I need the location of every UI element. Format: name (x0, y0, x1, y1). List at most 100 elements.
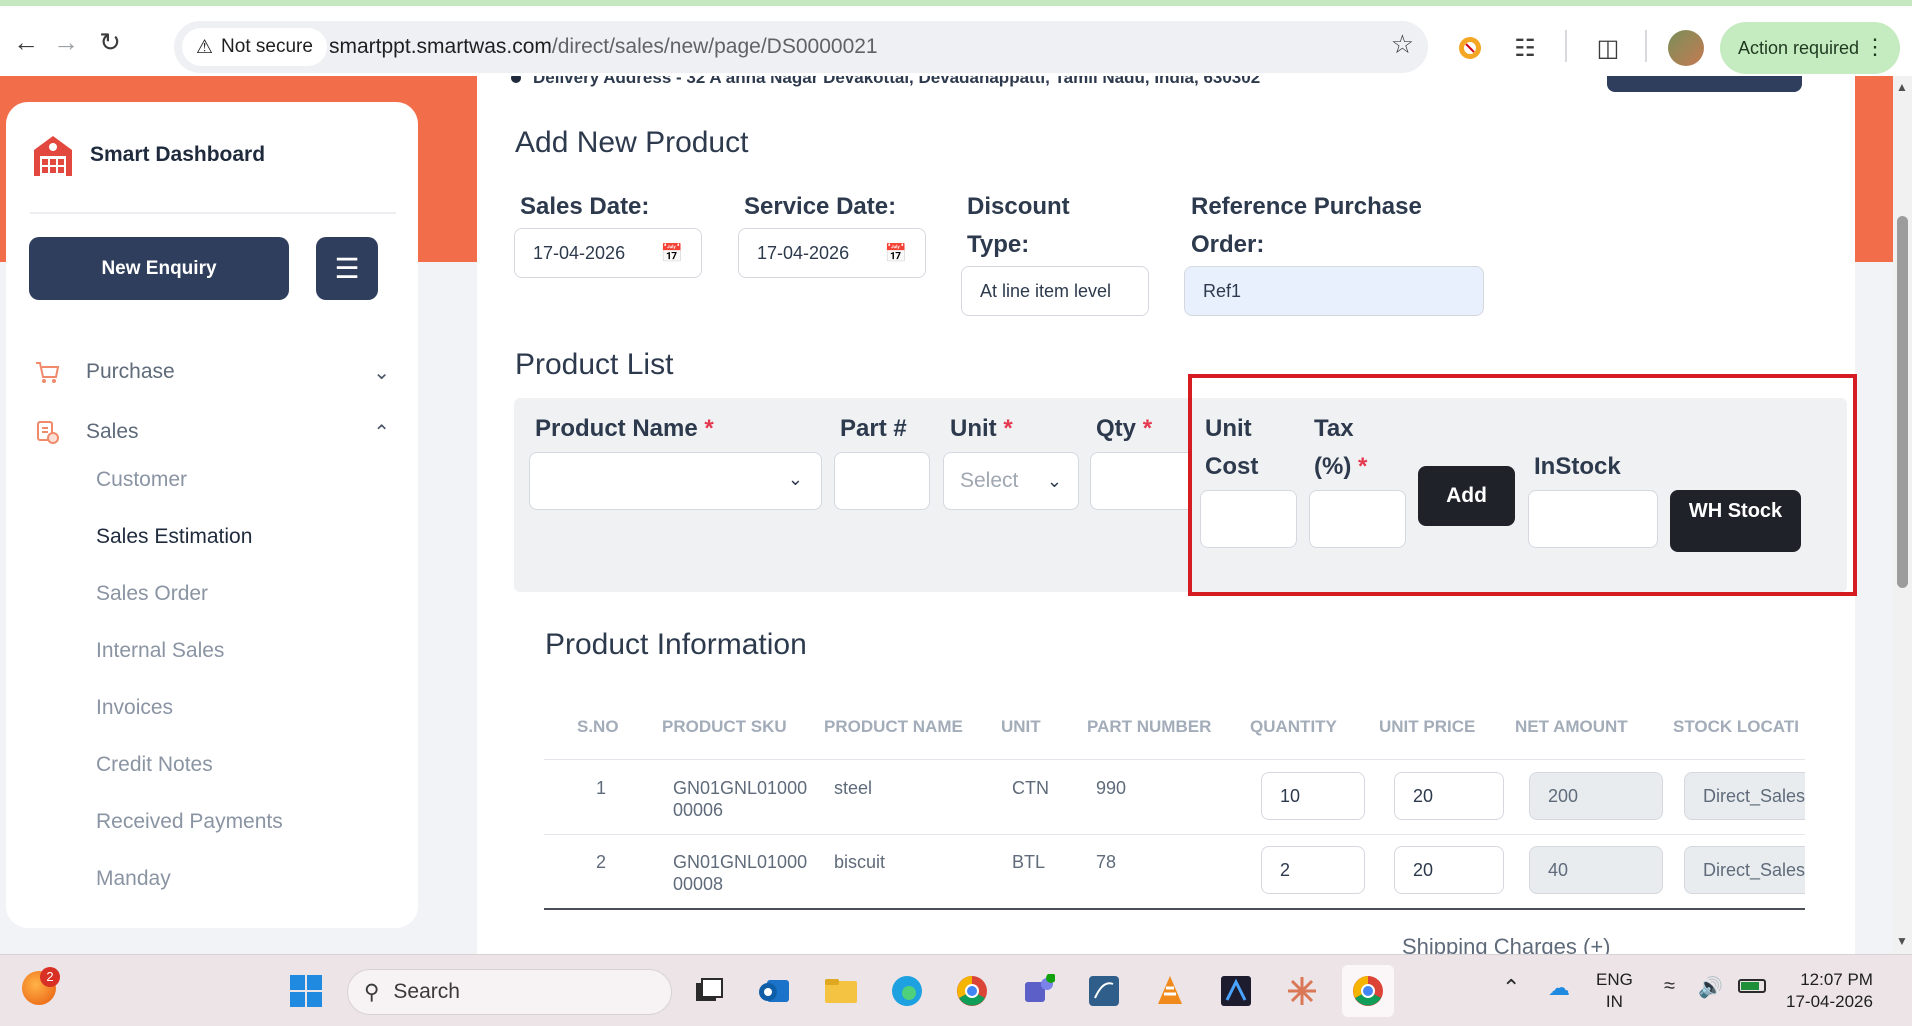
column-header-quantity: QUANTITY (1250, 717, 1337, 736)
stock-location-select[interactable]: Direct_Sales (1684, 772, 1805, 820)
toolbar-divider (1565, 30, 1567, 62)
sidebar-subitem-sales-order[interactable]: Sales Order (96, 582, 208, 606)
table-row: 1 GN01GNL01000 00006 steel CTN 990 10 20 … (544, 760, 1805, 834)
quantity-input[interactable]: 2 (1261, 846, 1365, 894)
sidebar-subitem-internal-sales[interactable]: Internal Sales (96, 639, 224, 663)
shipping-charges-label: Shipping Charges (+) (1402, 934, 1611, 954)
wifi-icon[interactable]: ≈ (1664, 975, 1675, 998)
product-name-label: Product Name * (535, 410, 714, 448)
tab-search-icon[interactable]: ◫ (1588, 28, 1628, 68)
unit-placeholder: Select (960, 469, 1019, 492)
new-enquiry-button[interactable]: New Enquiry (29, 237, 289, 300)
warehouse-icon (34, 136, 72, 176)
chevron-down-icon: ⌄ (787, 469, 803, 489)
more-menu-icon[interactable]: ⋮ (1864, 34, 1886, 60)
cell-sku-line1: GN01GNL01000 (673, 778, 808, 798)
outlook-icon[interactable] (748, 965, 800, 1017)
warning-icon: ⚠ (196, 36, 214, 58)
part-number-input[interactable] (834, 452, 930, 510)
url-host: smartppt.smartwas.com (329, 35, 552, 58)
bookmark-star-icon[interactable]: ☆ (1391, 29, 1414, 60)
taskbar-search[interactable]: ⚲ Search (347, 969, 672, 1015)
column-header-sno: S.NO (577, 717, 619, 736)
scroll-down-arrow-icon[interactable]: ▼ (1896, 934, 1908, 948)
product-name-select[interactable]: ⌄ (529, 452, 822, 510)
language-code: ENG (1596, 970, 1633, 989)
qty-label-text: Qty (1096, 415, 1137, 442)
hamburger-menu-icon[interactable]: ☰ (316, 237, 378, 300)
column-header-unit-price: UNIT PRICE (1379, 717, 1476, 736)
qty-label: Qty * (1096, 410, 1152, 448)
chevron-down-icon: ⌄ (1046, 470, 1062, 491)
scrollbar-thumb[interactable] (1897, 216, 1908, 588)
sidebar-subitem-sales-estimation[interactable]: Sales Estimation (96, 525, 252, 549)
vertical-scrollbar[interactable]: ▲ ▼ (1893, 76, 1912, 954)
sidebar-subitem-customer[interactable]: Customer (96, 468, 187, 492)
required-mark: * (1142, 415, 1153, 442)
chevron-up-icon[interactable]: ⌃ (1502, 975, 1520, 1001)
sales-icon (30, 415, 64, 449)
chevron-down-icon: ⌄ (373, 361, 390, 384)
column-header-unit: UNIT (1001, 717, 1041, 736)
unit-select[interactable]: Select ⌄ (943, 452, 1079, 510)
vlc-icon[interactable] (1144, 965, 1196, 1017)
header-band-right (1855, 76, 1895, 262)
clock-time: 12:07 PM (1800, 970, 1873, 989)
back-icon[interactable]: ← (6, 22, 46, 62)
quantity-input[interactable]: 10 (1261, 772, 1365, 820)
reload-icon[interactable]: ↻ (90, 22, 130, 62)
unit-price-input[interactable]: 20 (1394, 772, 1504, 820)
extension-icon[interactable] (1450, 28, 1490, 68)
puzzle-extensions-icon[interactable]: ☷ (1505, 28, 1545, 68)
product-entry-layer: Product Name * ⌄ Part # Unit * Select ⌄ … (477, 76, 1857, 954)
arc-app-icon[interactable] (1210, 965, 1262, 1017)
cell-part: 990 (1096, 778, 1127, 798)
task-view-icon[interactable] (683, 965, 735, 1017)
windows-start-icon[interactable] (280, 965, 332, 1017)
file-explorer-icon[interactable] (815, 965, 867, 1017)
table-bottom-border (544, 908, 1805, 910)
scroll-up-arrow-icon[interactable]: ▲ (1896, 80, 1908, 94)
required-mark: * (1003, 415, 1013, 442)
unit-price-input[interactable]: 20 (1394, 846, 1504, 894)
cell-sku: GN01GNL01000 00008 (673, 851, 807, 895)
language-indicator[interactable]: ENG IN (1596, 969, 1633, 1013)
security-chip[interactable]: ⚠ Not secure (182, 28, 327, 66)
profile-avatar[interactable] (1668, 30, 1704, 66)
address-bar[interactable]: ⚠ Not secure smartppt.smartwas.com/direc… (174, 21, 1428, 73)
edge-icon[interactable] (881, 965, 933, 1017)
browser-toolbar: ← → ↻ ⚠ Not secure smartppt.smartwas.com… (0, 6, 1912, 76)
sidebar-item-sales[interactable]: Sales ⌃ (30, 410, 400, 454)
cell-sku: GN01GNL01000 00006 (673, 777, 807, 821)
net-amount-field: 40 (1529, 846, 1663, 894)
product-information-title: Product Information (545, 628, 807, 661)
chrome-profile-icon[interactable] (1342, 965, 1394, 1017)
qty-input[interactable] (1090, 452, 1190, 510)
unit-label: Unit * (950, 410, 1013, 448)
cart-icon (30, 355, 64, 389)
stock-location-select[interactable]: Direct_Sales (1684, 846, 1805, 894)
url-text[interactable]: smartppt.smartwas.com/direct/sales/new/p… (329, 21, 878, 73)
notification-badge: 2 (40, 967, 60, 987)
sidebar-subitem-received-payments[interactable]: Received Payments (96, 810, 283, 834)
clock-date: 17-04-2026 (1786, 992, 1873, 1011)
action-required-button[interactable]: Action required ⋮ (1720, 22, 1900, 74)
taskbar: 2 ⚲ Search ⌃ ☁ ENG IN ≈ 🔊 12:07 PM 17-04… (0, 954, 1912, 1026)
sidebar-subitem-manday[interactable]: Manday (96, 867, 171, 891)
sidebar-subitem-invoices[interactable]: Invoices (96, 696, 173, 720)
onedrive-icon[interactable]: ☁ (1548, 975, 1570, 1001)
volume-icon[interactable]: 🔊 (1698, 975, 1723, 1000)
product-name-label-text: Product Name (535, 415, 698, 442)
brand[interactable]: Smart Dashboard (30, 132, 265, 178)
chrome-icon[interactable] (946, 965, 998, 1017)
column-header-net-amount: NET AMOUNT (1515, 717, 1628, 736)
cell-unit: CTN (1012, 778, 1049, 798)
sidebar-item-purchase[interactable]: Purchase ⌄ (30, 350, 400, 394)
dolphin-app-icon[interactable] (1078, 965, 1130, 1017)
clock[interactable]: 12:07 PM 17-04-2026 (1786, 969, 1873, 1013)
forward-icon[interactable]: → (46, 22, 86, 62)
claude-app-icon[interactable] (1276, 965, 1328, 1017)
teams-icon[interactable] (1012, 965, 1064, 1017)
battery-icon[interactable] (1738, 979, 1766, 993)
sidebar-subitem-credit-notes[interactable]: Credit Notes (96, 753, 213, 777)
